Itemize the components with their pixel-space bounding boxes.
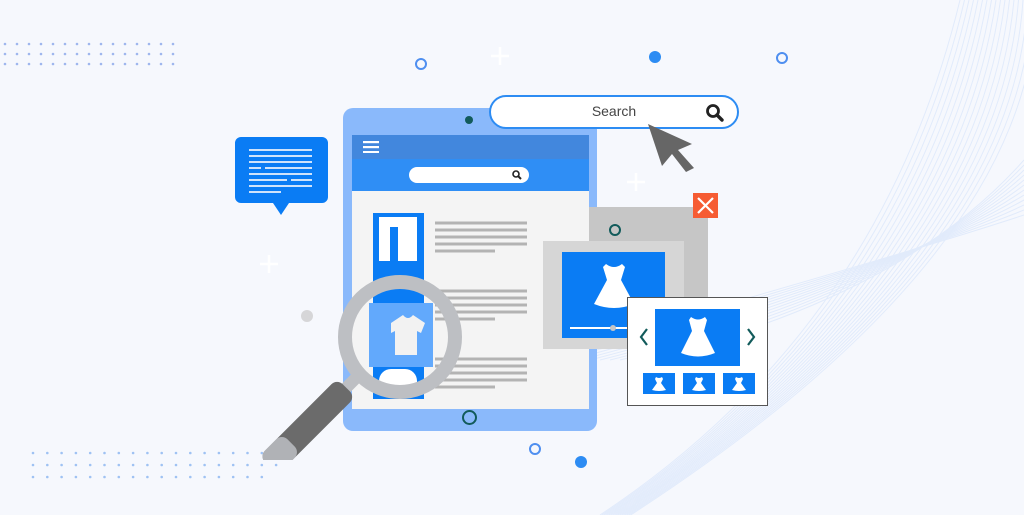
close-icon [697,197,714,214]
inner-search-input[interactable] [409,167,529,183]
chevron-left-icon[interactable] [638,327,650,347]
carousel-thumbnail[interactable] [683,373,715,394]
ring-decoration [415,58,427,70]
magnifying-glass [262,275,462,460]
camera-dot [465,116,473,124]
popup-ring [609,224,621,236]
product-carousel [627,297,768,406]
search-icon [512,170,522,180]
dot-decoration [575,456,587,468]
search-icon[interactable] [705,103,725,123]
video-progress-thumb[interactable] [610,325,616,331]
chat-bubble [235,137,328,215]
mouse-pointer-icon [648,124,694,172]
dot-decoration [649,51,661,63]
carousel-thumbnail[interactable] [723,373,755,394]
app-header [352,135,589,159]
carousel-main-image[interactable] [655,309,740,366]
ring-decoration [529,443,541,455]
app-search-area [352,159,589,191]
carousel-thumbnail[interactable] [643,373,675,394]
close-button[interactable] [693,193,718,218]
dress-icon [681,317,715,357]
hamburger-menu-icon[interactable] [363,141,379,153]
dress-icon [652,377,666,391]
dress-icon [692,377,706,391]
search-input-placeholder: Search [591,103,637,119]
chevron-right-icon[interactable] [745,327,757,347]
dress-icon [732,377,746,391]
ring-decoration [776,52,788,64]
